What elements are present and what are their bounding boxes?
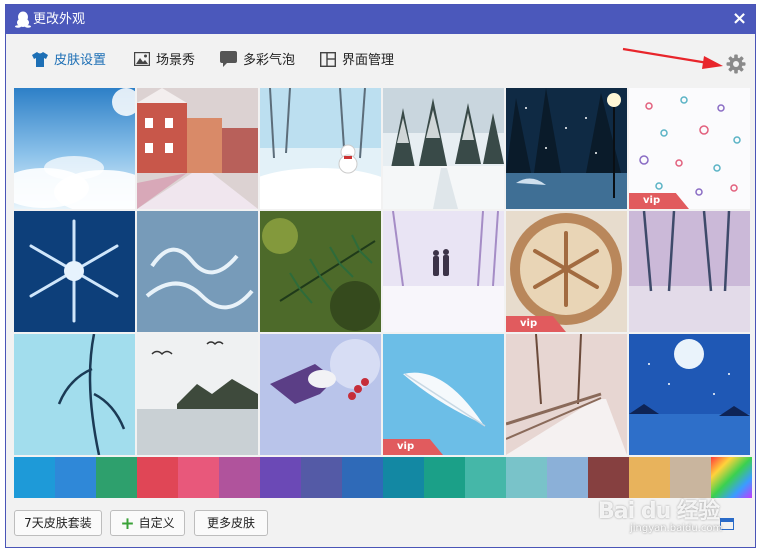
qq-penguin-icon [15,11,31,28]
snow-pine-path-image [383,88,504,209]
skin-thumbnail[interactable] [137,334,258,455]
skin-thumbnail[interactable] [137,88,258,209]
skin-thumbnail[interactable] [260,334,381,455]
custom-button-label: 自定义 [138,516,175,530]
blue-snowflake-image [14,211,135,332]
window-icon[interactable] [720,518,734,530]
color-swatch[interactable] [219,457,260,498]
tab-label: 界面管理 [342,53,395,68]
icy-branch-image [14,334,135,455]
color-swatch[interactable] [137,457,178,498]
tab-bar: 皮肤设置 场景秀 多彩气泡 界面管理 [6,34,755,85]
snowflake-pattern-image [629,88,750,209]
skin-thumbnail[interactable] [506,88,627,209]
window-title: 更改外观 [33,12,86,27]
color-swatch[interactable] [506,457,547,498]
color-swatch[interactable] [424,457,465,498]
skin-thumbnail[interactable] [383,88,504,209]
snowy-street-image [137,88,258,209]
skin-thumbnail[interactable] [14,211,135,332]
layout-icon [319,51,337,67]
skin-thumbnail[interactable] [260,211,381,332]
skin-thumbnail[interactable] [14,88,135,209]
color-swatch[interactable] [55,457,96,498]
tab-interface-management[interactable]: 界面管理 [319,50,395,72]
skin-thumbnail[interactable] [383,211,504,332]
sky-clouds-image [14,88,135,209]
winter-trees-image [629,211,750,332]
tab-label: 皮肤设置 [54,53,107,68]
color-swatch[interactable] [383,457,424,498]
skin-thumbnail[interactable]: vip [383,334,504,455]
skin-thumbnail[interactable] [137,211,258,332]
color-swatch[interactable] [260,457,301,498]
merry-christmas-image [137,211,258,332]
color-swatch[interactable] [178,457,219,498]
image-icon [133,51,151,67]
color-swatch[interactable] [711,457,752,498]
color-swatch[interactable] [547,457,588,498]
pine-branch-image [260,211,381,332]
night-lamp-snow-image [506,88,627,209]
color-swatches [14,457,752,498]
gear-icon[interactable] [726,54,746,74]
skin-thumbnail[interactable] [629,334,750,455]
watermark-url: jingyan.baidu.com [630,523,723,534]
color-swatch[interactable] [14,457,55,498]
skin-thumbnail[interactable] [260,88,381,209]
snowman-forest-image [260,88,381,209]
tshirt-icon [32,51,48,67]
color-swatch[interactable] [301,457,342,498]
plus-icon: + [120,513,135,534]
tab-label: 场景秀 [156,53,196,68]
skin-grid: vip vip vip [14,88,752,461]
close-button[interactable]: × [732,10,747,28]
color-swatch[interactable] [342,457,383,498]
latte-snowflake-image [506,211,627,332]
couple-in-snow-image [383,211,504,332]
tab-label: 多彩气泡 [243,53,296,68]
seven-day-skin-suit-button[interactable]: 7天皮肤套装 [14,510,102,536]
more-skins-button[interactable]: 更多皮肤 [194,510,268,536]
color-swatch[interactable] [465,457,506,498]
chat-bubble-icon [220,51,237,67]
snowy-bridge-image [506,334,627,455]
custom-button[interactable]: + 自定义 [110,510,185,536]
bird-on-berries-image [260,334,381,455]
birds-over-lake-image [137,334,258,455]
title-bar: 更改外观 × [6,5,755,34]
tab-skin-settings[interactable]: 皮肤设置 [32,50,106,72]
feather-image [383,334,504,455]
full-moon-night-image [629,334,750,455]
skin-thumbnail[interactable]: vip [506,211,627,332]
color-swatch[interactable] [96,457,137,498]
skin-thumbnail[interactable] [14,334,135,455]
color-swatch[interactable] [588,457,629,498]
appearance-window: 更改外观 × 皮肤设置 场景秀 多彩气泡 界面管理 vip vip vip 7天… [5,4,756,548]
skin-thumbnail[interactable]: vip [629,88,750,209]
tab-scene-show[interactable]: 场景秀 [133,50,196,72]
skin-thumbnail[interactable] [629,211,750,332]
color-swatch[interactable] [670,457,711,498]
tab-colorful-bubbles[interactable]: 多彩气泡 [220,50,295,72]
skin-thumbnail[interactable] [506,334,627,455]
color-swatch[interactable] [629,457,670,498]
